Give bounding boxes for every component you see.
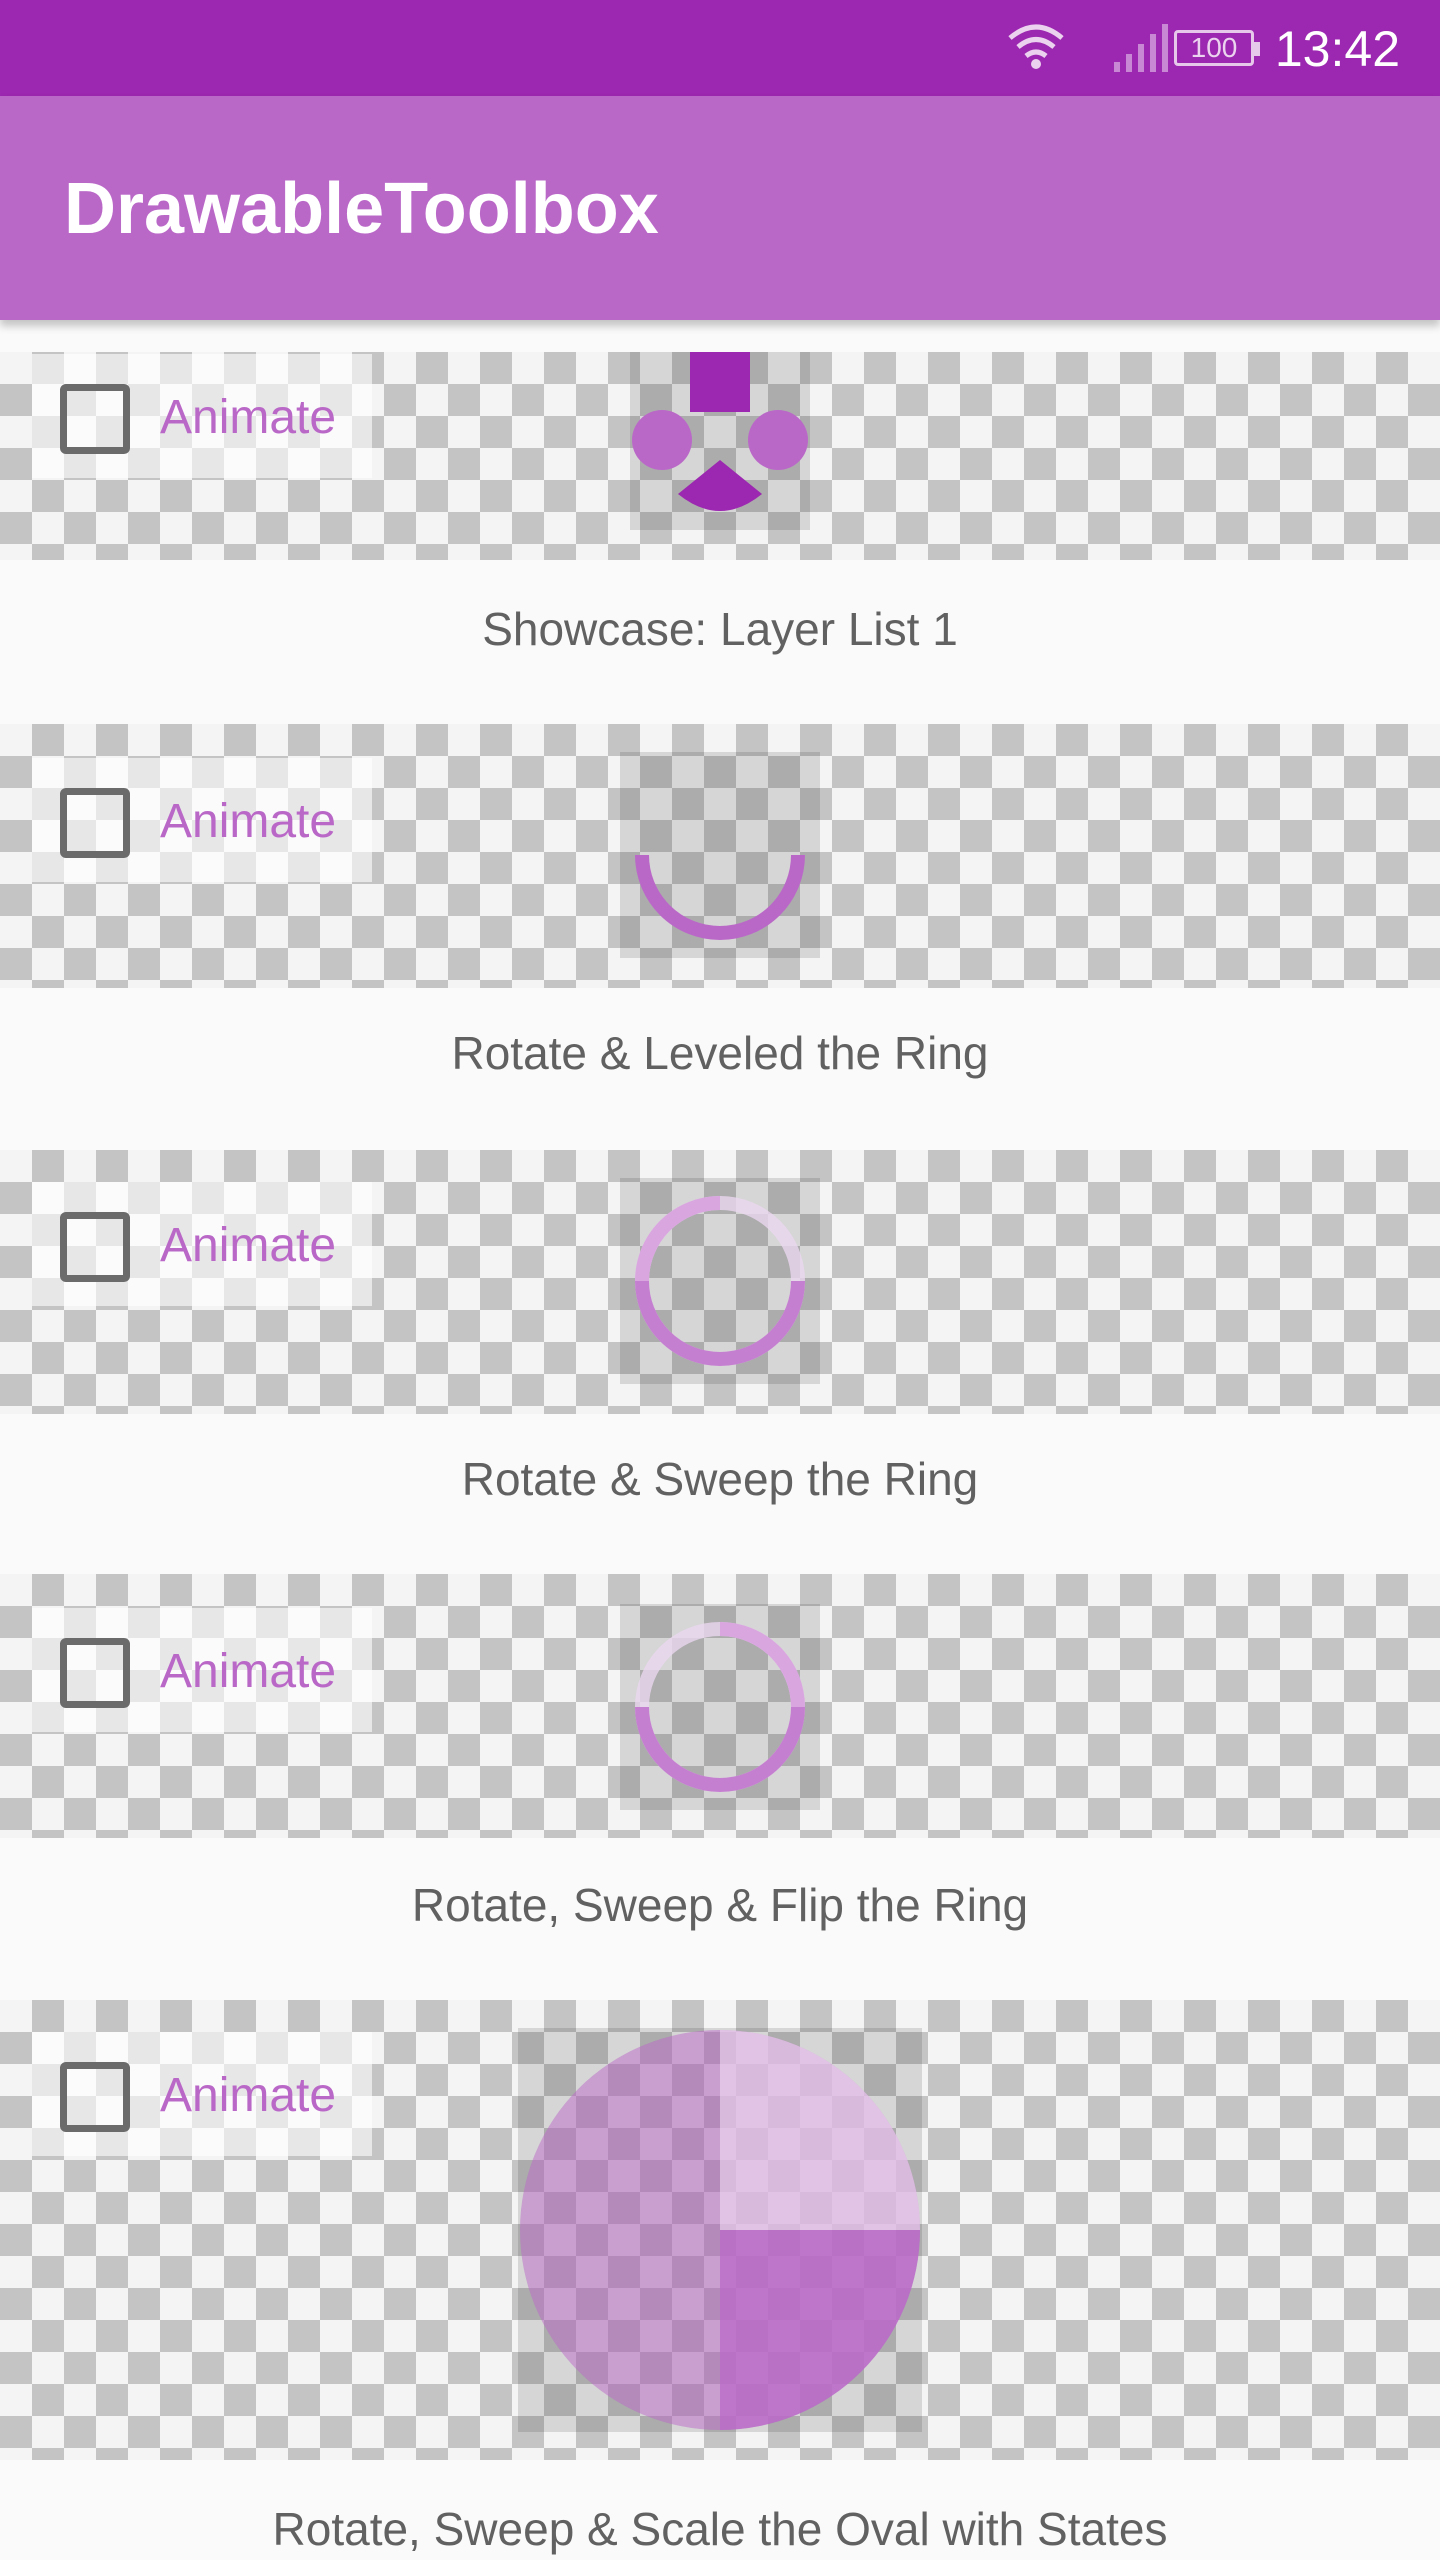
status-bar: 100 13:42 (0, 0, 1440, 96)
checkbox[interactable] (60, 384, 130, 454)
checkbox-label: Animate (160, 1219, 337, 1272)
scale-oval-drawable (518, 2028, 922, 2432)
animate-checkbox-5[interactable]: Animate (32, 2032, 372, 2156)
animate-checkbox-4[interactable]: Animate (32, 1608, 372, 1732)
checkbox-label: Animate (160, 1645, 337, 1698)
animate-checkbox-1[interactable]: Animate (32, 354, 372, 478)
animate-checkbox-3[interactable]: Animate (32, 1182, 372, 1306)
animate-checkbox-2[interactable]: Animate (32, 758, 372, 882)
layer-list-drawable (630, 352, 810, 530)
signal-icon (1114, 24, 1168, 72)
sweep-ring-drawable (620, 1178, 820, 1384)
app-bar: DrawableToolbox (0, 96, 1440, 320)
leveled-ring-drawable (620, 752, 820, 958)
item-caption-1: Showcase: Layer List 1 (482, 603, 958, 655)
battery-icon: 100 (1174, 30, 1260, 66)
item-caption-3: Rotate & Sweep the Ring (461, 1453, 979, 1505)
app-title: DrawableToolbox (64, 169, 659, 249)
checkbox[interactable] (60, 2062, 130, 2132)
wifi-icon (1008, 24, 1064, 69)
item-caption-5: Rotate, Sweep & Scale the Oval with Stat… (272, 2503, 1168, 2555)
item-caption-2: Rotate & Leveled the Ring (451, 1027, 989, 1079)
checkbox[interactable] (60, 1638, 130, 1708)
flip-ring-drawable (620, 1604, 820, 1810)
checkbox[interactable] (60, 788, 130, 858)
checkbox[interactable] (60, 1212, 130, 1282)
item-caption-4: Rotate, Sweep & Flip the Ring (411, 1879, 1029, 1931)
checkbox-label: Animate (160, 391, 337, 444)
checkbox-label: Animate (160, 795, 337, 848)
checkbox-label: Animate (160, 2069, 337, 2122)
status-time: 13:42 (1274, 21, 1400, 77)
